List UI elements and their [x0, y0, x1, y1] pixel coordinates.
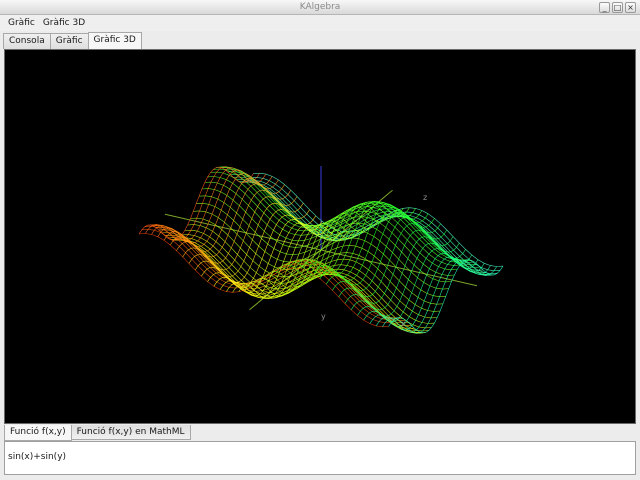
menu-bar: Gràfic Gràfic 3D	[0, 15, 640, 31]
tab-consola[interactable]: Consola	[3, 33, 51, 49]
axis-label-x: x	[401, 319, 406, 328]
window-title: KAlgebra	[299, 2, 341, 12]
input-tabs: Funció f(x,y) Funció f(x,y) en MathML	[4, 425, 191, 441]
axis-label-z: z	[423, 193, 428, 202]
title-bar: KAlgebra _ □ ×	[0, 0, 640, 15]
function-input[interactable]: sin(x)+sin(y)	[4, 441, 636, 475]
surface-plot	[138, 166, 504, 334]
tab-function-mathml[interactable]: Funció f(x,y) en MathML	[70, 425, 191, 440]
tab-function-fxy[interactable]: Funció f(x,y)	[4, 425, 72, 441]
main-tabs: Consola Gràfic Gràfic 3D	[3, 32, 142, 49]
plot-3d-viewport[interactable]: z x y	[4, 49, 636, 424]
menu-grafic-3d[interactable]: Gràfic 3D	[39, 18, 89, 28]
close-button[interactable]: ×	[625, 2, 636, 13]
tab-grafic[interactable]: Gràfic	[49, 33, 89, 49]
menu-grafic[interactable]: Gràfic	[4, 18, 39, 28]
tab-grafic-3d[interactable]: Gràfic 3D	[87, 32, 142, 49]
window-controls: _ □ ×	[599, 2, 636, 13]
axis-label-y: y	[321, 312, 326, 321]
maximize-button[interactable]: □	[612, 2, 623, 13]
minimize-button[interactable]: _	[599, 2, 610, 13]
